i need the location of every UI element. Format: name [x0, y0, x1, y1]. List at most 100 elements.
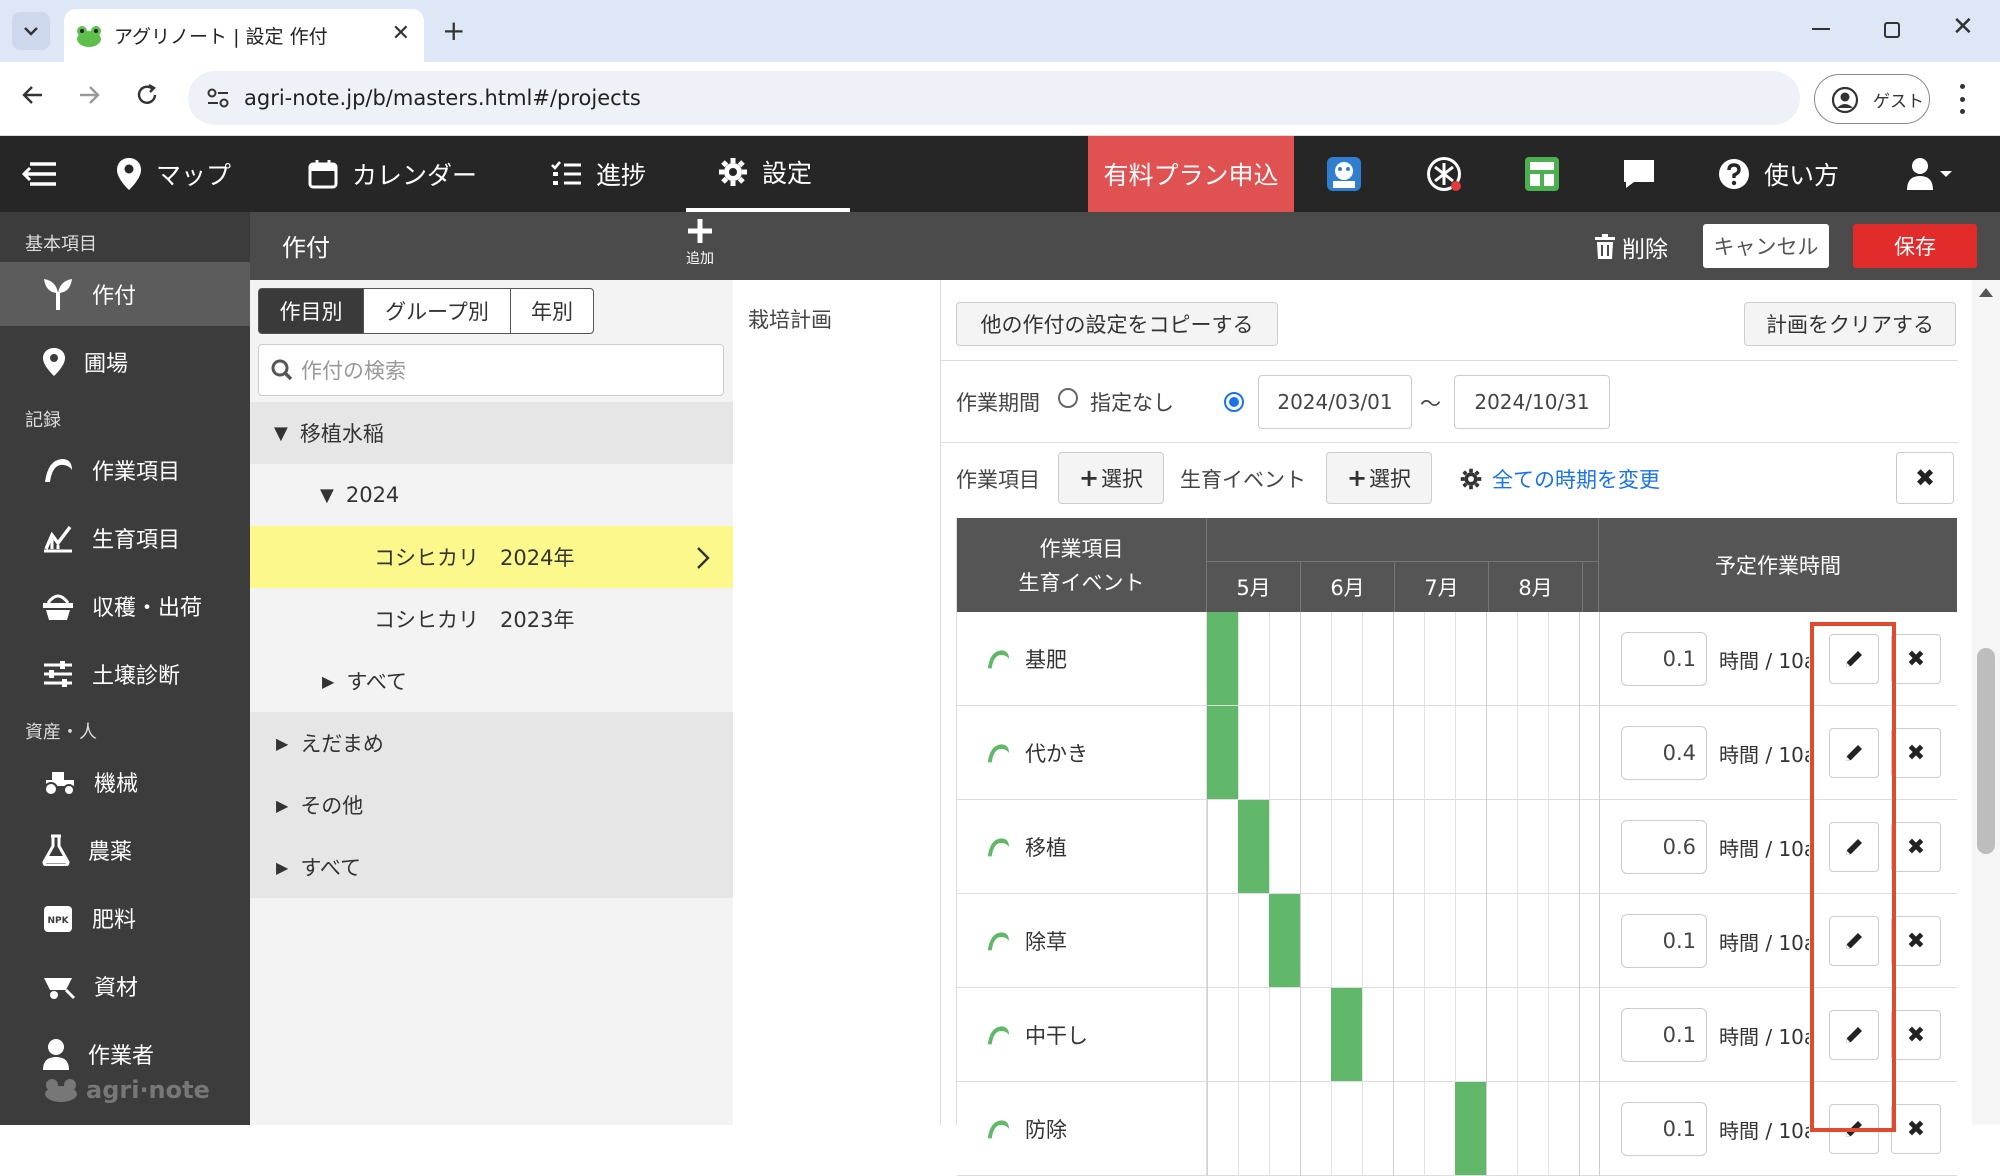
user-menu-button[interactable]: [1906, 136, 1970, 212]
end-date-input[interactable]: 2024/10/31: [1454, 375, 1610, 429]
new-tab-icon[interactable]: +: [442, 14, 465, 47]
back-icon[interactable]: [20, 82, 46, 112]
change-all-timing-link[interactable]: 全ての時期を変更: [1460, 464, 1660, 494]
gantt-bar[interactable]: [1238, 800, 1269, 893]
sidebar-item-materials[interactable]: 資材: [0, 954, 250, 1018]
tree-node-ishokusuito[interactable]: ▼ 移植水稲: [250, 402, 733, 464]
scrollbar-track[interactable]: [1972, 280, 2000, 1125]
paid-plan-button[interactable]: 有料プラン申込: [1088, 136, 1294, 212]
expanded-triangle-icon: ▼: [274, 422, 288, 444]
delete-button[interactable]: 削除: [1594, 230, 1668, 264]
planned-hours-input[interactable]: 0.6: [1621, 820, 1707, 874]
task-name: 中干し: [1025, 1024, 1088, 1048]
planned-hours-input[interactable]: 0.1: [1621, 1102, 1707, 1156]
tree-node-koshihikari-2023[interactable]: コシヒカリ 2023年: [250, 588, 733, 650]
sidebar-item-fertilizer[interactable]: NPK 肥料: [0, 886, 250, 950]
url-field[interactable]: agri-note.jp/b/masters.html#/projects: [188, 71, 1800, 125]
forward-icon[interactable]: [76, 82, 102, 112]
task-name-cell[interactable]: 中干し: [957, 988, 1207, 1082]
close-tab-icon[interactable]: ✕: [392, 21, 410, 46]
period-none-radio[interactable]: [1058, 388, 1078, 408]
profile-button[interactable]: ゲスト: [1814, 74, 1930, 124]
restore-icon[interactable]: [1884, 22, 1900, 38]
delete-row-button[interactable]: ✖: [1891, 822, 1941, 872]
tab-by-year[interactable]: 年別: [510, 288, 594, 334]
select-event-button[interactable]: + 選択: [1326, 452, 1432, 504]
tree-node-2024[interactable]: ▼ 2024: [250, 464, 733, 526]
month-header-cell: 7月: [1395, 562, 1489, 612]
help-icon: [1719, 159, 1749, 189]
copy-settings-button[interactable]: 他の作付の設定をコピーする: [956, 302, 1278, 346]
planned-hours-input[interactable]: 0.1: [1621, 914, 1707, 968]
nav-help[interactable]: 使い方: [1718, 136, 1839, 212]
browser-tab[interactable]: アグリノート | 設定 作付 ✕: [64, 9, 424, 62]
gantt-bar[interactable]: [1207, 706, 1238, 799]
gantt-gridline: [1362, 706, 1363, 800]
period-range-radio[interactable]: [1224, 392, 1244, 412]
save-button[interactable]: 保存: [1853, 224, 1977, 268]
site-info-icon[interactable]: [206, 87, 230, 109]
gantt-gridline: [1579, 612, 1580, 706]
planned-hours-input[interactable]: 0.1: [1621, 1008, 1707, 1062]
expanded-triangle-icon: ▼: [320, 484, 334, 506]
delete-row-button[interactable]: ✖: [1891, 916, 1941, 966]
task-name-cell[interactable]: 基肥: [957, 612, 1207, 706]
add-button[interactable]: 追加: [680, 218, 720, 268]
gantt-bar[interactable]: [1269, 894, 1300, 987]
sidebar-item-field[interactable]: 圃場: [0, 330, 250, 394]
tree-node-edamame[interactable]: ▶ えだまめ: [250, 712, 733, 774]
tree-node-all-2024[interactable]: ▶ すべて: [250, 650, 733, 712]
task-name-cell[interactable]: 移植: [957, 800, 1207, 894]
crop-search-input[interactable]: 作付の検索: [258, 344, 724, 396]
delete-row-button[interactable]: ✖: [1891, 634, 1941, 684]
gantt-right-border: [1599, 894, 1600, 988]
sidebar-item-growth[interactable]: 生育項目: [0, 506, 250, 570]
sidebar-toggle-button[interactable]: [22, 136, 72, 212]
sidebar-item-pesticides[interactable]: 農薬: [0, 818, 250, 882]
close-panel-button[interactable]: ✖: [1896, 452, 1954, 504]
delete-row-button[interactable]: ✖: [1891, 1104, 1941, 1154]
planned-hours-input[interactable]: 0.4: [1621, 726, 1707, 780]
reload-icon[interactable]: [134, 82, 160, 112]
gantt-bar[interactable]: [1207, 612, 1238, 705]
hours-unit-label: 時間 / 10a: [1719, 1119, 1809, 1143]
scrollbar-thumb[interactable]: [1977, 648, 1995, 854]
tree-node-all[interactable]: ▶ すべて: [250, 836, 733, 898]
delete-row-button[interactable]: ✖: [1891, 728, 1941, 778]
task-name-cell[interactable]: 代かき: [957, 706, 1207, 800]
chat-icon[interactable]: [1622, 136, 1670, 212]
collapsed-triangle-icon: ▶: [322, 671, 335, 691]
sidebar-item-harvest[interactable]: 収穫・出荷: [0, 574, 250, 638]
tree-node-koshihikari-2024[interactable]: コシヒカリ 2024年: [250, 526, 733, 588]
sidebar-item-sakuzuke[interactable]: 作付: [0, 262, 250, 326]
planned-hours-input[interactable]: 0.1: [1621, 632, 1707, 686]
scroll-up-arrow[interactable]: [1979, 288, 1993, 297]
sidebar-item-machines[interactable]: 機械: [0, 750, 250, 814]
tree-node-other[interactable]: ▶ その他: [250, 774, 733, 836]
task-name-cell[interactable]: 除草: [957, 894, 1207, 988]
nav-map[interactable]: マップ: [116, 136, 231, 212]
gantt-bar[interactable]: [1455, 1082, 1486, 1175]
delete-row-button[interactable]: ✖: [1891, 1010, 1941, 1060]
nav-calendar[interactable]: カレンダー: [308, 136, 477, 212]
tab-by-crop[interactable]: 作目別: [258, 288, 364, 334]
sidebar-item-tasks[interactable]: 作業項目: [0, 438, 250, 502]
clear-plan-button[interactable]: 計画をクリアする: [1744, 302, 1956, 346]
minimize-icon[interactable]: [1812, 28, 1830, 30]
cancel-button[interactable]: キャンセル: [1703, 224, 1829, 268]
close-window-icon[interactable]: ✕: [1952, 12, 1974, 42]
task-name-cell[interactable]: 防除: [957, 1082, 1207, 1176]
rice-app-icon[interactable]: [1424, 136, 1478, 212]
tab-by-group[interactable]: グループ別: [363, 288, 511, 334]
select-task-button[interactable]: + 選択: [1058, 452, 1164, 504]
start-date-input[interactable]: 2024/03/01: [1258, 375, 1412, 429]
browser-menu-icon[interactable]: [1960, 84, 1966, 114]
mgr-app-icon[interactable]: [1326, 136, 1376, 212]
nav-settings[interactable]: 設定: [686, 136, 850, 212]
green-app-icon[interactable]: [1524, 136, 1574, 212]
sidebar-item-soil[interactable]: 土壌診断: [0, 642, 250, 706]
gantt-bar[interactable]: [1331, 988, 1362, 1081]
nav-progress[interactable]: 進捗: [550, 136, 646, 212]
tree-node-label: すべて: [300, 856, 362, 880]
tab-list-dropdown-icon[interactable]: [12, 12, 50, 50]
